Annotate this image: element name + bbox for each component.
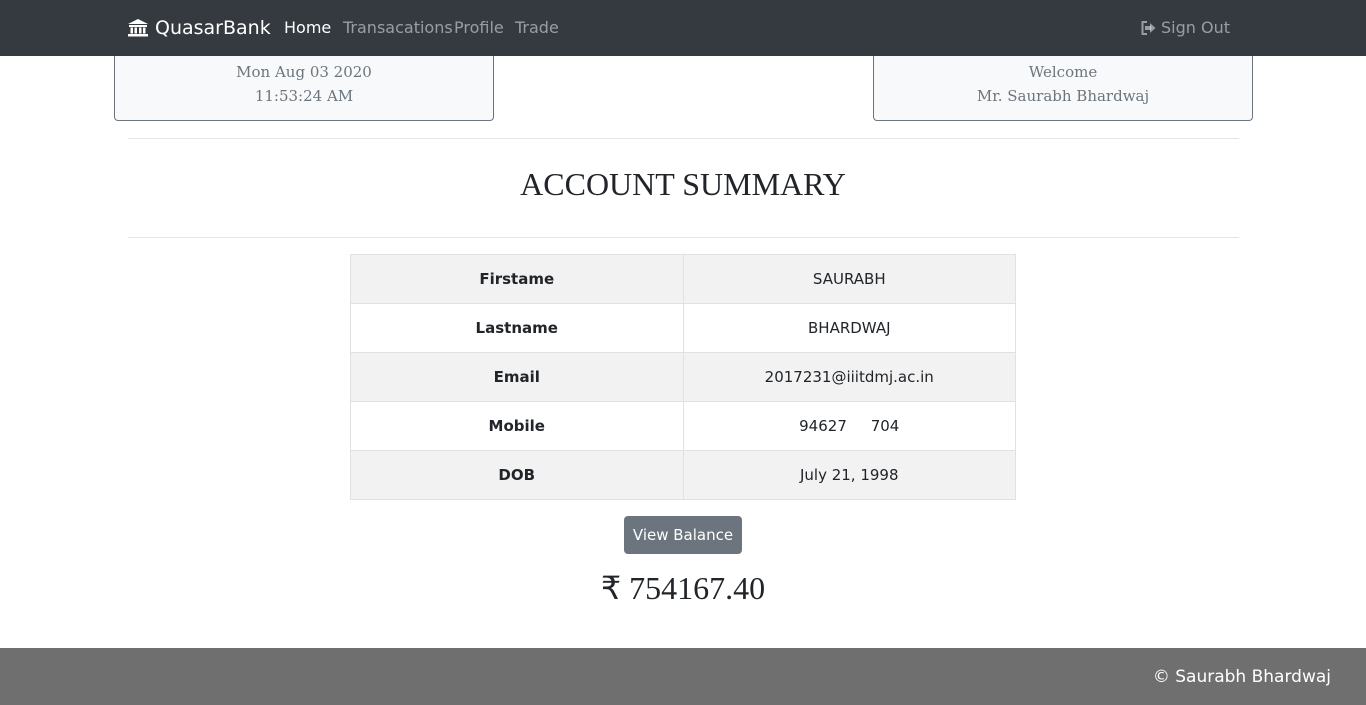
page-footer: © Saurabh Bhardwaj [0, 648, 1366, 705]
top-navbar: QuasarBank Home Transacations Profile Tr… [0, 0, 1366, 56]
table-row: DOB July 21, 1998 [350, 450, 1016, 500]
row-label-firstname: Firstame [350, 254, 684, 304]
table-row: Firstame SAURABH [350, 254, 1016, 304]
view-balance-button[interactable]: View Balance [624, 516, 742, 554]
row-value-dob: July 21, 1998 [682, 450, 1016, 500]
brand-link[interactable]: QuasarBank [128, 15, 271, 41]
balance-amount: ₹ 754167.40 [600, 570, 766, 606]
current-time: 11:53:24 AM [254, 87, 354, 105]
row-value-email: 2017231@iiitdmj.ac.in [682, 352, 1016, 402]
table-row: Mobile 94627 704 [350, 401, 1016, 451]
nav-transactions[interactable]: Transacations [343, 18, 453, 38]
current-date: Mon Aug 03 2020 [236, 63, 372, 81]
welcome-user-name: Mr. Saurabh Bhardwaj [976, 87, 1150, 105]
table-row: Lastname BHARDWAJ [350, 303, 1016, 353]
welcome-card: Welcome Mr. Saurabh Bhardwaj [873, 56, 1253, 121]
page-title: ACCOUNT SUMMARY [520, 166, 846, 202]
nav-home[interactable]: Home [284, 18, 331, 38]
account-summary-table: Firstame SAURABH Lastname BHARDWAJ Email… [350, 254, 1016, 500]
footer-copyright: © Saurabh Bhardwaj [1152, 667, 1331, 687]
row-label-mobile: Mobile [350, 401, 684, 451]
brand-name: QuasarBank [155, 17, 271, 39]
bank-icon [128, 19, 148, 37]
row-value-mobile: 94627 704 [682, 401, 1016, 451]
divider-bottom [128, 237, 1239, 238]
row-value-firstname: SAURABH [682, 254, 1016, 304]
sign-out-label: Sign Out [1161, 18, 1230, 37]
datetime-card: Mon Aug 03 2020 11:53:24 AM [114, 56, 494, 121]
row-label-dob: DOB [350, 450, 684, 500]
nav-profile[interactable]: Profile [454, 18, 504, 38]
row-label-lastname: Lastname [350, 303, 684, 353]
divider-top [128, 138, 1239, 139]
row-label-email: Email [350, 352, 684, 402]
nav-trade[interactable]: Trade [515, 18, 559, 38]
table-row: Email 2017231@iiitdmj.ac.in [350, 352, 1016, 402]
welcome-greeting: Welcome [1028, 63, 1098, 81]
row-value-lastname: BHARDWAJ [682, 303, 1016, 353]
sign-out-icon [1141, 21, 1156, 35]
sign-out-link[interactable]: Sign Out [1141, 18, 1230, 38]
